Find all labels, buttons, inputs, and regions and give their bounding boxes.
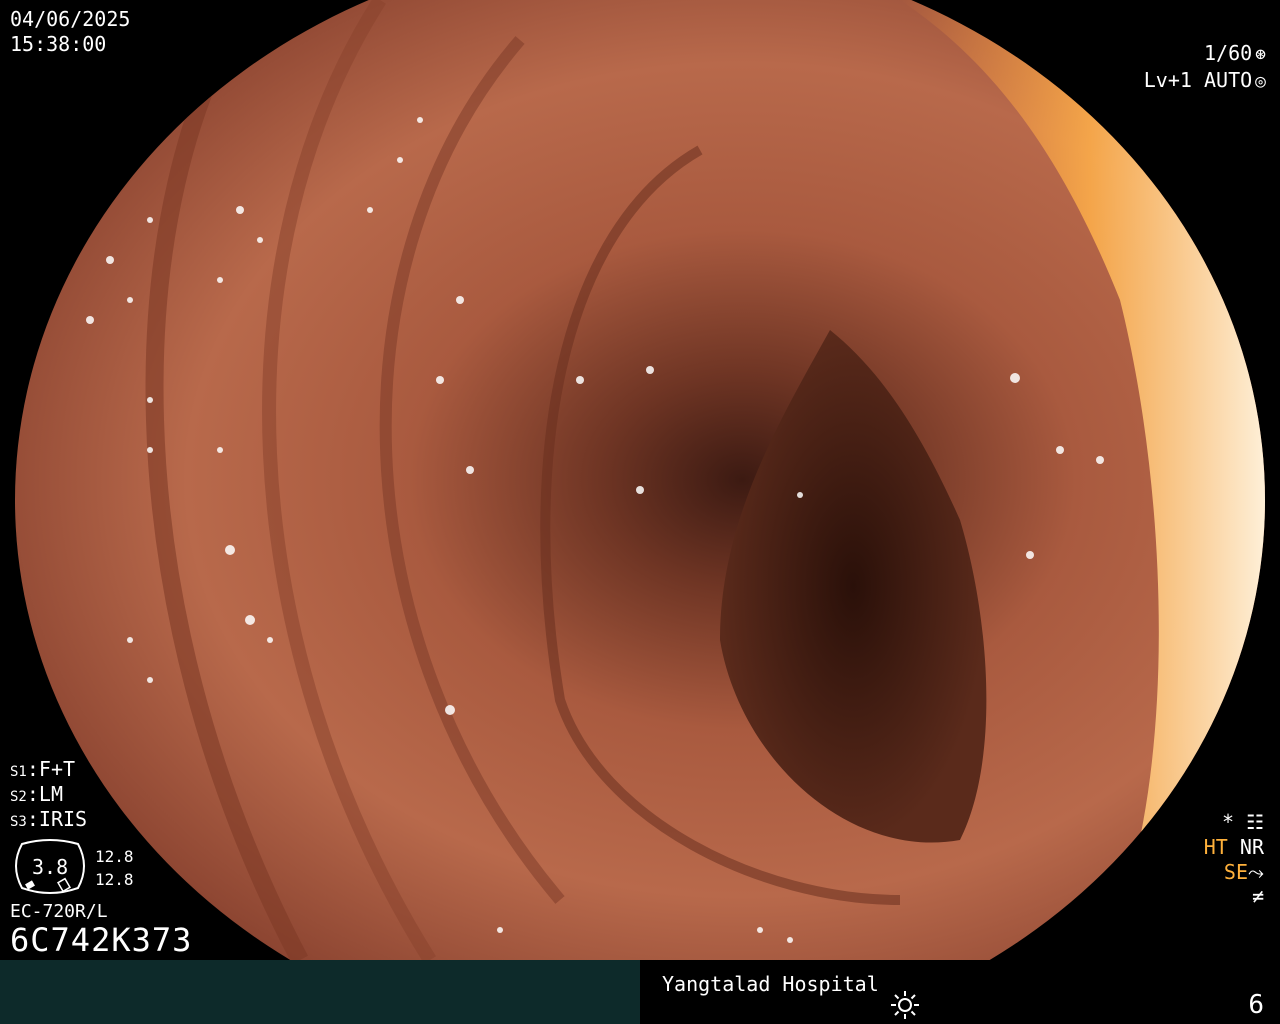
- setting-key: S1: [10, 764, 27, 780]
- structure-enhance-icon: ⤳: [1248, 860, 1264, 884]
- star-mark: *: [1221, 810, 1235, 834]
- setting-s2: S2:LM: [10, 782, 63, 806]
- exposure-mode: AUTO: [1203, 68, 1253, 92]
- setting-value: LM: [38, 782, 63, 806]
- date-label: 04/06/2025: [10, 7, 131, 31]
- setting-key: S3: [10, 814, 27, 830]
- level-value: Lv+1: [1143, 68, 1192, 92]
- setting-value: IRIS: [38, 807, 88, 831]
- page-number: 6: [1248, 990, 1264, 1020]
- gauge-reading-1: 12.8: [95, 847, 134, 866]
- shutter-value: 1/60: [1203, 41, 1253, 65]
- settings-panel-icon: ☷: [1246, 810, 1264, 834]
- gauge-value: 3.8: [32, 855, 69, 879]
- setting-key: S2: [10, 789, 27, 805]
- setting-s3: S3:IRIS: [10, 807, 88, 831]
- nr-label: NR: [1239, 835, 1264, 859]
- hospital-name: Yangtalad Hospital: [662, 972, 879, 996]
- time-label: 15:38:00: [10, 32, 107, 56]
- aperture-icon: ⊛: [1255, 44, 1266, 65]
- ht-label: HT: [1203, 835, 1228, 859]
- setting-s1: S1:F+T: [10, 757, 76, 781]
- endoscopy-image: [0, 0, 1280, 960]
- shutter-speed: 1/60 ⊛: [1204, 41, 1266, 67]
- setting-value: F+T: [38, 757, 76, 781]
- scope-gauge: 3.8: [12, 838, 88, 896]
- exposure-level: Lv+1 AUTO ◎: [1144, 68, 1266, 94]
- brightness-icon: [890, 990, 920, 1020]
- scope-serial: 6C742K373: [10, 921, 193, 959]
- iris-icon: ◎: [1255, 71, 1266, 92]
- indicator-ht-nr: HT NR: [1204, 835, 1264, 859]
- indicator-star: * ☷: [1222, 810, 1264, 834]
- gauge-reading-2: 12.8: [95, 870, 134, 889]
- bottom-bar-left: [0, 960, 640, 1024]
- se-label: SE: [1223, 860, 1248, 884]
- not-equal-icon: ≠: [1251, 884, 1264, 908]
- indicator-se: SE⤳: [1224, 860, 1264, 884]
